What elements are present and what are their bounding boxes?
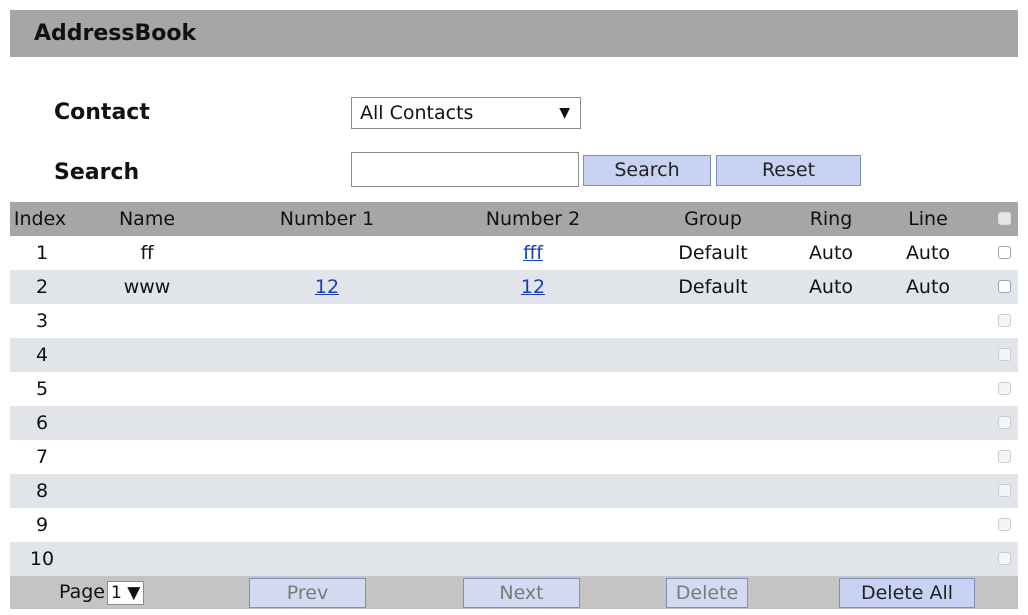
dropdown-arrow-icon: ▼: [127, 583, 141, 603]
table-row: 5: [10, 372, 1018, 406]
row-checkbox[interactable]: [998, 552, 1011, 565]
row-checkbox[interactable]: [998, 314, 1011, 327]
reset-button[interactable]: Reset: [716, 155, 861, 186]
row-number2-link[interactable]: 12: [478, 270, 588, 304]
table-header: Index Name Number 1 Number 2 Group Ring …: [10, 202, 1018, 236]
table-row: 9: [10, 508, 1018, 542]
row-ring: Auto: [808, 276, 854, 298]
delete-button[interactable]: Delete: [666, 578, 748, 608]
row-name: ff: [140, 242, 154, 264]
row-name: www: [123, 276, 171, 298]
table-row: 6: [10, 406, 1018, 440]
delete-all-button[interactable]: Delete All: [839, 578, 975, 608]
row-number1: [272, 236, 382, 270]
prev-button[interactable]: Prev: [249, 578, 366, 608]
row-line: Auto: [905, 242, 951, 264]
table-row: 10: [10, 542, 1018, 576]
search-button[interactable]: Search: [583, 155, 711, 186]
contact-select[interactable]: All Contacts ▼: [351, 97, 581, 129]
row-checkbox[interactable]: [998, 348, 1011, 361]
table-row: 4: [10, 338, 1018, 372]
col-ring-header: Ring: [809, 208, 853, 230]
table-row: 7: [10, 440, 1018, 474]
row-index: 8: [35, 480, 49, 502]
col-number2-header: Number 2: [485, 208, 581, 230]
row-index: 2: [35, 276, 49, 298]
table-row: 2 www 12 12 Default Auto Auto: [10, 270, 1018, 304]
row-checkbox[interactable]: [998, 450, 1011, 463]
row-ring: Auto: [808, 242, 854, 264]
search-label: Search: [54, 160, 140, 185]
contact-label: Contact: [54, 100, 150, 125]
col-line-header: Line: [908, 208, 948, 230]
row-group: Default: [678, 276, 748, 298]
table-row: 8: [10, 474, 1018, 508]
row-group: Default: [678, 242, 748, 264]
row-checkbox[interactable]: [998, 280, 1011, 293]
table-row: 1 ff fff Default Auto Auto: [10, 236, 1018, 270]
row-checkbox[interactable]: [998, 484, 1011, 497]
col-number1-header: Number 1: [279, 208, 375, 230]
page-select[interactable]: 1 ▼: [107, 581, 145, 605]
col-group-header: Group: [684, 208, 742, 230]
col-index-header: Index: [13, 208, 67, 230]
contact-select-value: All Contacts: [360, 102, 474, 124]
page-select-value: 1: [111, 583, 122, 603]
row-number2-link[interactable]: fff: [478, 236, 588, 270]
row-line: Auto: [905, 276, 951, 298]
page-title: AddressBook: [10, 10, 1018, 57]
dropdown-arrow-icon: ▼: [559, 105, 570, 121]
row-checkbox[interactable]: [998, 246, 1011, 259]
pagination-bar: Page 1 ▼ Prev Next Delete Delete All: [10, 576, 1018, 609]
row-checkbox[interactable]: [998, 518, 1011, 531]
row-index: 4: [35, 344, 49, 366]
row-number1-link[interactable]: 12: [272, 270, 382, 304]
col-name-header: Name: [118, 208, 176, 230]
page-label: Page: [59, 581, 105, 603]
row-index: 6: [35, 412, 49, 434]
table-row: 3: [10, 304, 1018, 338]
row-index: 7: [35, 446, 49, 468]
search-input[interactable]: [351, 152, 579, 187]
row-index: 5: [35, 378, 49, 400]
row-index: 9: [35, 514, 49, 536]
row-checkbox[interactable]: [998, 416, 1011, 429]
row-index: 10: [29, 548, 55, 570]
next-button[interactable]: Next: [463, 578, 580, 608]
row-index: 3: [35, 310, 49, 332]
row-checkbox[interactable]: [998, 382, 1011, 395]
select-all-checkbox[interactable]: [998, 212, 1011, 225]
row-index: 1: [35, 242, 49, 264]
